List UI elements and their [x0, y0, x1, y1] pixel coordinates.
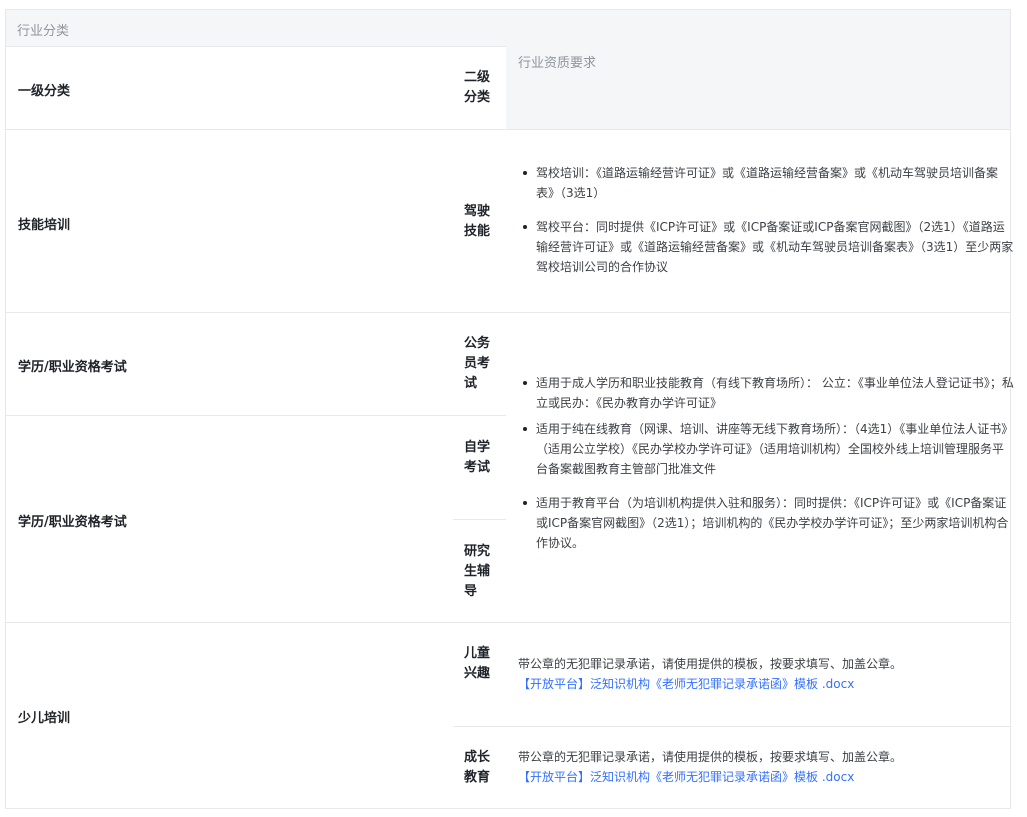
qualification-table: 行业分类 行业资质要求 一级分类 二级分类 技能培训 驾驶技能 驾校培训：《道路… — [5, 9, 1014, 809]
skill-requirement-item: 驾校培训：《道路运输经营许可证》或《道路运输经营备案》或《机动车驾驶员培训备案表… — [523, 163, 1014, 203]
exam-requirement-item: 适用于纯在线教育（网课、培训、讲座等无线下教育场所）：（4选1）《事业单位法人证… — [523, 419, 1014, 479]
requirement-header: 行业资质要求 — [518, 56, 597, 71]
exam-level2-civil: 公务员考试 — [464, 336, 491, 391]
kids-level2-growth: 成长教育 — [464, 750, 491, 785]
kids-level2-interest: 儿童兴趣 — [464, 646, 491, 681]
exam-requirements: 适用于成人学历和职业技能教育（有线下教育场所）： 公立：《事业单位法人登记证书》… — [518, 373, 1014, 567]
exam-requirement-item: 适用于成人学历和职业技能教育（有线下教育场所）： 公立：《事业单位法人登记证书》… — [523, 373, 1014, 413]
skill-requirement-item: 驾校平台：同时提供《ICP许可证》或《ICP备案证或ICP备案官网截图》（2选1… — [523, 217, 1014, 277]
header-band — [6, 10, 1010, 46]
exam-requirement-item: 适用于教育平台（为培训机构提供入驻和服务）：同时提供：《ICP许可证》或《ICP… — [523, 493, 1014, 553]
industry-header: 行业分类 — [17, 24, 70, 39]
kids-level1: 少儿培训 — [18, 711, 71, 726]
level1-header: 一级分类 — [18, 84, 71, 99]
kids-interest-requirement: 带公章的无犯罪记录承诺，请使用提供的模板，按要求填写、加盖公章。 【开放平台】泛… — [518, 654, 998, 694]
exam2-level1: 学历/职业资格考试 — [18, 515, 127, 530]
exam-level1: 学历/职业资格考试 — [18, 360, 127, 375]
kids-interest-text: 带公章的无犯罪记录承诺，请使用提供的模板，按要求填写、加盖公章。 — [518, 657, 903, 671]
kids-growth-template-link[interactable]: 【开放平台】泛知识机构《老师无犯罪记录承诺函》模板 .docx — [518, 767, 998, 787]
level2-header: 二级分类 — [464, 70, 491, 105]
skill-level2: 驾驶技能 — [464, 204, 491, 239]
skill-level1: 技能培训 — [18, 218, 71, 233]
exam-level2-postgrad: 研究生辅导 — [464, 544, 491, 599]
kids-growth-text: 带公章的无犯罪记录承诺，请使用提供的模板，按要求填写、加盖公章。 — [518, 750, 903, 764]
exam-level2-selfstudy: 自学考试 — [464, 440, 491, 475]
kids-growth-requirement: 带公章的无犯罪记录承诺，请使用提供的模板，按要求填写、加盖公章。 【开放平台】泛… — [518, 747, 998, 787]
skill-requirements: 驾校培训：《道路运输经营许可证》或《道路运输经营备案》或《机动车驾驶员培训备案表… — [518, 163, 1014, 291]
kids-interest-template-link[interactable]: 【开放平台】泛知识机构《老师无犯罪记录承诺函》模板 .docx — [518, 674, 998, 694]
